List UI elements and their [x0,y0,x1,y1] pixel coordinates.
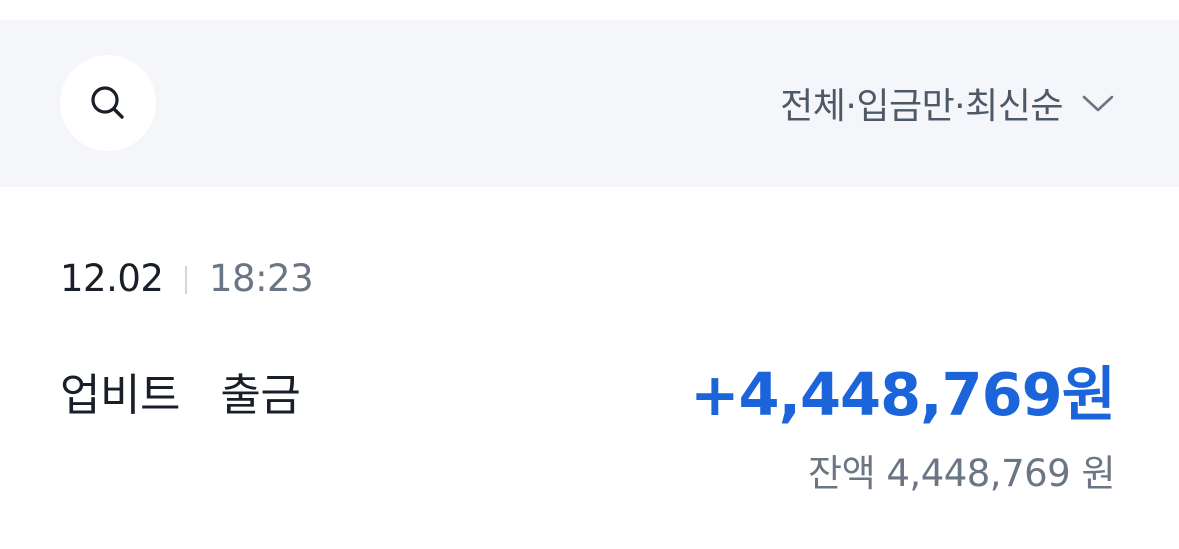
transaction-date: 12.02 [60,257,164,300]
date-time-divider [185,266,187,294]
chevron-down-icon [1081,93,1115,113]
filter-bar: 전체·입금만·최신순 [0,20,1179,187]
transaction-description: 업비트 출금 [60,370,301,421]
filter-dropdown[interactable]: 전체·입금만·최신순 [780,72,1115,134]
transaction-balance: 잔액 4,448,769 원 [808,452,1115,495]
filter-label: 전체·입금만·최신순 [780,86,1063,127]
transaction-amount: +4,448,769원 [690,360,1116,429]
transaction-item[interactable]: 12.02 18:23 업비트 출금 +4,448,769원 잔액 4,448,… [0,187,1179,549]
search-icon [91,86,124,119]
transaction-time: 18:23 [209,257,314,300]
search-button[interactable] [60,55,156,151]
